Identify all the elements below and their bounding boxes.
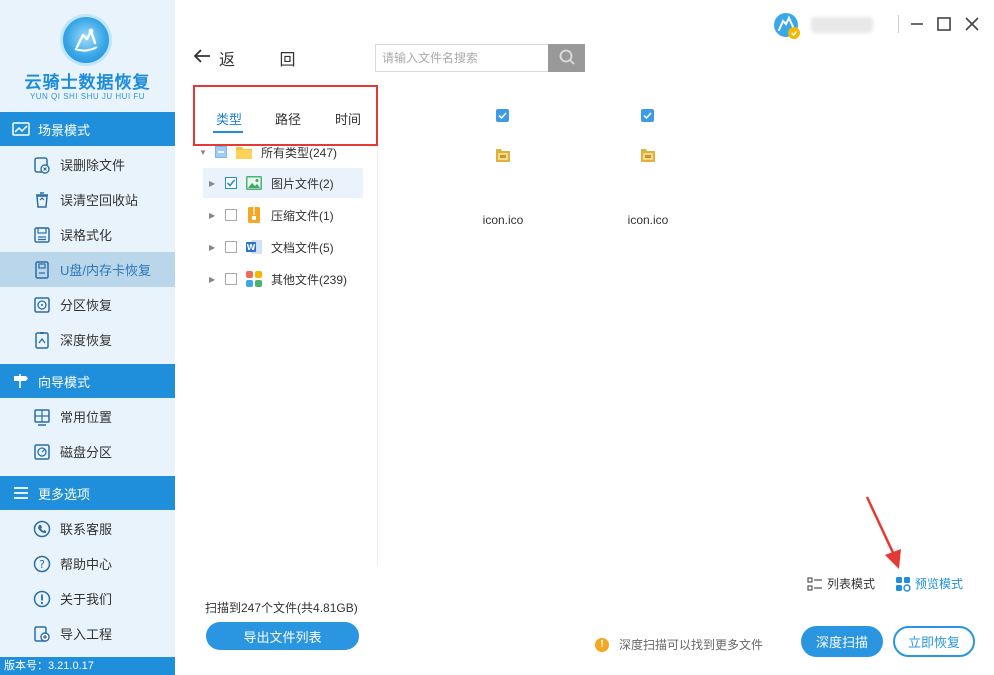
checkbox-images[interactable] — [225, 177, 237, 189]
deep-scan-button[interactable]: 深度扫描 — [801, 626, 883, 657]
caret-right-icon[interactable]: ▶ — [209, 179, 219, 188]
ico-file-icon — [495, 147, 511, 163]
deep-recover-icon — [33, 331, 51, 349]
preview-mode-button[interactable]: 预览模式 — [895, 575, 963, 592]
main-panel: 返 回 ▼ 所有类型(247) ▶ 图片文件(2) ▶ 压缩文件(1) — [175, 0, 994, 675]
annotation-arrow — [865, 496, 901, 569]
file-card[interactable]: icon.ico — [588, 92, 708, 242]
scan-summary: 扫描到247个文件(共4.81GB) — [205, 601, 358, 615]
minimize-button[interactable] — [907, 14, 927, 34]
file-checkbox[interactable] — [641, 109, 654, 122]
sidebar-item-import-project[interactable]: 导入工程 — [0, 616, 175, 651]
tab-bar-highlight: 类型 路径 时间 — [193, 85, 378, 146]
deep-scan-hint: ! 深度扫描可以找到更多文件 — [595, 636, 763, 653]
sidebar-item-disk-partition[interactable]: 磁盘分区 — [0, 434, 175, 469]
list-view-icon — [807, 576, 823, 592]
doc-icon: W — [245, 238, 263, 256]
warning-icon: ! — [595, 637, 609, 652]
grid-view-icon — [895, 576, 911, 592]
caret-right-icon[interactable]: ▶ — [209, 275, 219, 284]
section-more-options: 更多选项 — [0, 476, 175, 510]
sidebar-item-deep-recover[interactable]: 深度恢复 — [0, 322, 175, 357]
file-checkbox[interactable] — [496, 109, 509, 122]
app-title: 云骑士数据恢复 — [24, 73, 151, 92]
phone-icon — [33, 520, 51, 538]
caret-right-icon[interactable]: ▶ — [209, 211, 219, 220]
menu-icon — [12, 485, 30, 501]
caret-right-icon[interactable]: ▶ — [209, 243, 219, 252]
zip-icon — [245, 206, 263, 224]
scene-icon — [12, 121, 30, 137]
window-separator — [898, 15, 899, 33]
sidebar-item-common-location[interactable]: 常用位置 — [0, 399, 175, 434]
recycle-bin-icon — [33, 191, 51, 209]
sidebar-item-contact-support[interactable]: 联系客服 — [0, 511, 175, 546]
file-name: icon.ico — [627, 213, 669, 227]
common-location-icon — [33, 408, 51, 426]
search-box — [375, 44, 585, 72]
sidebar-item-format[interactable]: 误格式化 — [0, 217, 175, 252]
sidebar-item-usb-card[interactable]: U盘/内存卡恢复 — [0, 252, 175, 287]
info-icon — [33, 590, 51, 608]
svg-text:W: W — [247, 243, 256, 252]
checkbox-documents[interactable] — [225, 241, 237, 253]
user-avatar[interactable] — [773, 12, 801, 40]
tree-item-documents[interactable]: ▶ W 文档文件(5) — [203, 232, 388, 262]
knight-logo-icon — [60, 14, 112, 66]
list-mode-button[interactable]: 列表模式 — [807, 575, 875, 592]
other-files-icon — [245, 270, 263, 288]
section-guide-mode: 向导模式 — [0, 364, 175, 398]
checkbox-other-files[interactable] — [225, 273, 237, 285]
sidebar-item-recycle-bin[interactable]: 误清空回收站 — [0, 182, 175, 217]
tab-type[interactable]: 类型 — [216, 109, 242, 128]
file-name: icon.ico — [482, 213, 524, 227]
active-tab-indicator — [213, 131, 243, 133]
version-label: 版本号：3.21.0.17 — [0, 657, 175, 675]
sidebar-item-partition-recover[interactable]: 分区恢复 — [0, 287, 175, 322]
back-label: 返 回 — [219, 52, 316, 69]
format-icon — [33, 226, 51, 244]
category-tree-panel: ▼ 所有类型(247) ▶ 图片文件(2) ▶ 压缩文件(1) ▶ W 文档文件… — [193, 92, 378, 567]
svg-text:?: ? — [39, 558, 45, 571]
tab-time[interactable]: 时间 — [335, 109, 361, 128]
search-button[interactable] — [548, 44, 585, 72]
section-scene-mode: 场景模式 — [0, 112, 175, 146]
disk-partition-icon — [33, 443, 51, 461]
import-icon — [33, 625, 51, 643]
usb-card-icon — [33, 260, 51, 279]
guide-icon — [12, 373, 30, 389]
user-name-blurred — [811, 17, 873, 33]
app-subtitle: YUN QI SHI SHU JU HUI FU — [29, 92, 146, 101]
checkbox-archives[interactable] — [225, 209, 237, 221]
image-icon — [245, 174, 263, 192]
checkbox-all-types[interactable] — [215, 146, 227, 158]
search-input[interactable] — [376, 45, 548, 71]
caret-down-icon[interactable]: ▼ — [199, 148, 209, 157]
deleted-file-icon — [33, 156, 51, 174]
app-logo: 云骑士数据恢复 YUN QI SHI SHU JU HUI FU — [0, 0, 175, 112]
maximize-button[interactable] — [934, 14, 954, 34]
close-button[interactable] — [962, 14, 982, 34]
partition-icon — [33, 296, 51, 314]
sidebar-item-about-us[interactable]: 关于我们 — [0, 581, 175, 616]
arrow-left-icon — [193, 48, 211, 69]
sidebar-item-help-center[interactable]: ? 帮助中心 — [0, 546, 175, 581]
recover-now-button[interactable]: 立即恢复 — [893, 626, 975, 657]
tree-item-other-files[interactable]: ▶ 其他文件(239) — [203, 264, 388, 294]
export-file-list-button[interactable]: 导出文件列表 — [206, 622, 359, 650]
tree-item-archives[interactable]: ▶ 压缩文件(1) — [203, 200, 388, 230]
sidebar-item-deleted-files[interactable]: 误删除文件 — [0, 147, 175, 182]
help-icon: ? — [33, 555, 51, 573]
ico-file-icon — [640, 147, 656, 163]
search-icon — [558, 48, 576, 69]
tree-item-images[interactable]: ▶ 图片文件(2) — [203, 168, 363, 198]
back-button[interactable]: 返 回 — [193, 46, 315, 70]
sidebar: 云骑士数据恢复 YUN QI SHI SHU JU HUI FU 场景模式 误删… — [0, 0, 175, 675]
tab-path[interactable]: 路径 — [275, 109, 301, 128]
file-card[interactable]: icon.ico — [443, 92, 563, 242]
